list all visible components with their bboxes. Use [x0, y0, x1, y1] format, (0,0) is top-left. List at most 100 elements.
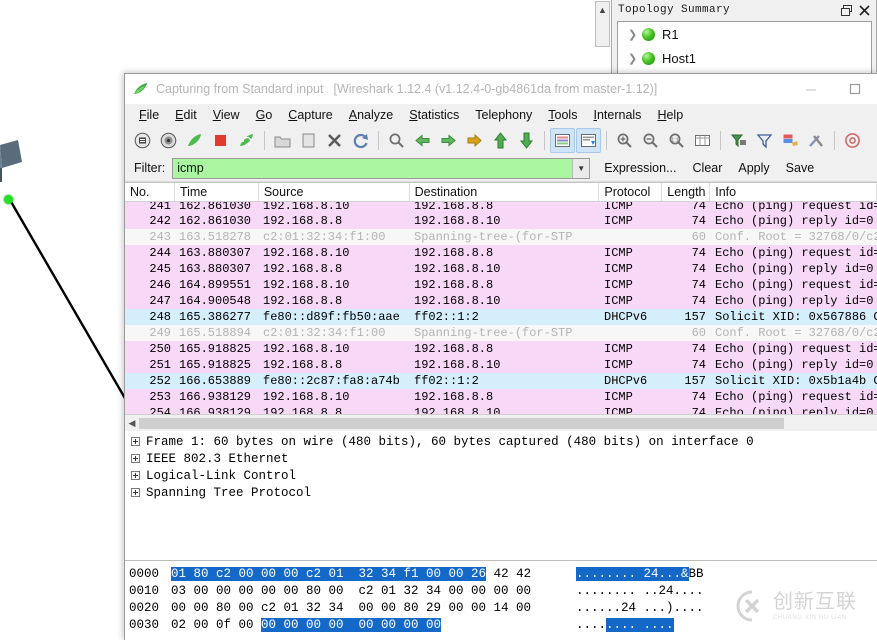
find-packet-icon[interactable] — [384, 128, 409, 153]
hscroll-track[interactable] — [139, 417, 877, 430]
packet-list-hscrollbar[interactable]: ◀ — [125, 414, 877, 431]
chevron-right-icon[interactable]: ❯ — [628, 52, 642, 65]
expand-icon[interactable] — [131, 437, 140, 446]
table-row[interactable]: 244163.880307192.168.8.10192.168.8.8ICMP… — [125, 245, 877, 261]
restart-capture-icon[interactable] — [234, 128, 259, 153]
topology-scroll-up-button[interactable]: ▲ — [595, 1, 610, 47]
menu-telephony[interactable]: Telephony — [467, 106, 540, 124]
zoom-out-icon[interactable] — [638, 128, 663, 153]
table-row[interactable]: 247164.900548192.168.8.8192.168.8.10ICMP… — [125, 293, 877, 309]
restore-icon[interactable] — [838, 2, 854, 18]
menu-tools[interactable]: Tools — [540, 106, 585, 124]
expression-button[interactable]: Expression... — [602, 160, 678, 176]
window-titlebar[interactable]: Capturing from Standard input[Wireshark … — [125, 74, 877, 104]
packet-list-pane[interactable]: No. Time Source Destination Protocol Len… — [125, 182, 877, 414]
table-row[interactable]: 249165.518894c2:01:32:34:f1:00Spanning-t… — [125, 325, 877, 341]
close-file-icon[interactable] — [322, 128, 347, 153]
go-back-icon[interactable] — [410, 128, 435, 153]
packet-bytes-pane[interactable]: 0000 01 80 c2 00 00 00 c2 01 32 34 f1 00… — [125, 560, 877, 640]
reload-icon[interactable] — [348, 128, 373, 153]
table-row[interactable]: 243163.518278c2:01:32:34:f1:00Spanning-t… — [125, 229, 877, 245]
hex-row[interactable]: 0030 02 00 0f 00 00 00 00 00 00 00 00 00… — [129, 616, 877, 633]
go-to-first-icon[interactable] — [488, 128, 513, 153]
hex-ascii[interactable]: ......24 ...).... — [576, 601, 704, 615]
column-header-time[interactable]: Time — [175, 183, 259, 201]
table-row[interactable]: 246164.899551192.168.8.10192.168.8.8ICMP… — [125, 277, 877, 293]
detail-row-stp[interactable]: Spanning Tree Protocol — [125, 484, 877, 501]
hex-row[interactable]: 0000 01 80 c2 00 00 00 c2 01 32 34 f1 00… — [129, 565, 877, 582]
packet-list-rows[interactable]: 241162.861030192.168.8.10192.168.8.8ICMP… — [125, 202, 877, 414]
go-to-last-icon[interactable] — [514, 128, 539, 153]
menu-statistics[interactable]: Statistics — [401, 106, 467, 124]
column-header-protocol[interactable]: Protocol — [599, 183, 662, 201]
help-contents-icon[interactable] — [840, 128, 865, 153]
expand-icon[interactable] — [131, 471, 140, 480]
maximize-icon[interactable] — [833, 74, 877, 104]
topology-summary-tree[interactable]: ❯ R1 ❯ Host1 ❯ Host2 — [617, 21, 872, 77]
hex-bytes[interactable]: 02 00 0f 00 00 00 00 00 00 00 00 00 — [171, 618, 576, 632]
go-forward-icon[interactable] — [436, 128, 461, 153]
hex-ascii[interactable]: ........ ..24.... — [576, 584, 704, 598]
colorize-icon[interactable] — [550, 128, 575, 153]
preferences-icon[interactable] — [804, 128, 829, 153]
clear-button[interactable]: Clear — [691, 160, 725, 176]
capture-options-icon[interactable] — [156, 128, 181, 153]
save-button[interactable]: Save — [784, 160, 817, 176]
column-header-source[interactable]: Source — [259, 183, 410, 201]
table-row[interactable]: 242162.861030192.168.8.8192.168.8.10ICMP… — [125, 213, 877, 229]
open-file-icon[interactable] — [270, 128, 295, 153]
hex-row[interactable]: 0010 03 00 00 00 00 00 80 00 c2 01 32 34… — [129, 582, 877, 599]
table-row[interactable]: 252166.653889fe80::2c87:fa8:a74bff02::1:… — [125, 373, 877, 389]
table-row[interactable]: 250165.918825192.168.8.10192.168.8.8ICMP… — [125, 341, 877, 357]
coloring-rules-icon[interactable] — [778, 128, 803, 153]
hex-ascii[interactable]: ........ 24...&BB — [576, 567, 704, 581]
menu-help[interactable]: Help — [649, 106, 691, 124]
menu-file[interactable]: File — [131, 106, 167, 124]
topology-tree-item-host1[interactable]: ❯ Host1 — [618, 46, 871, 70]
go-to-packet-icon[interactable] — [462, 128, 487, 153]
menu-analyze[interactable]: Analyze — [341, 106, 401, 124]
start-capture-icon[interactable] — [182, 128, 207, 153]
chevron-right-icon[interactable]: ❯ — [628, 28, 642, 41]
detail-row-llc[interactable]: Logical-Link Control — [125, 467, 877, 484]
close-icon[interactable] — [856, 2, 872, 18]
column-header-no[interactable]: No. — [125, 183, 175, 201]
table-row[interactable]: 241162.861030192.168.8.10192.168.8.8ICMP… — [125, 202, 877, 213]
hscroll-thumb[interactable] — [139, 418, 784, 429]
column-header-info[interactable]: Info — [710, 183, 877, 201]
packet-list-header[interactable]: No. Time Source Destination Protocol Len… — [125, 183, 877, 202]
hex-bytes[interactable]: 01 80 c2 00 00 00 c2 01 32 34 f1 00 00 2… — [171, 567, 576, 581]
table-row[interactable]: 253166.938129192.168.8.10192.168.8.8ICMP… — [125, 389, 877, 405]
menu-edit[interactable]: Edit — [167, 106, 205, 124]
auto-scroll-icon[interactable] — [576, 128, 601, 153]
column-header-destination[interactable]: Destination — [410, 183, 600, 201]
zoom-in-icon[interactable] — [612, 128, 637, 153]
table-row[interactable]: 248165.386277fe80::d89f:fb50:aaeff02::1:… — [125, 309, 877, 325]
capture-filters-icon[interactable] — [726, 128, 751, 153]
topology-tree-item-r1[interactable]: ❯ R1 — [618, 22, 871, 46]
chevron-down-icon[interactable]: ▼ — [572, 159, 589, 178]
menu-internals[interactable]: Internals — [585, 106, 649, 124]
table-row[interactable]: 245163.880307192.168.8.8192.168.8.10ICMP… — [125, 261, 877, 277]
menu-view[interactable]: View — [205, 106, 248, 124]
expand-icon[interactable] — [131, 454, 140, 463]
hex-row[interactable]: 0020 00 00 80 00 c2 01 32 34 00 00 80 29… — [129, 599, 877, 616]
chevron-left-icon[interactable]: ◀ — [125, 416, 139, 431]
detail-row-frame[interactable]: Frame 1: 60 bytes on wire (480 bits), 60… — [125, 433, 877, 450]
menu-go[interactable]: Go — [248, 106, 281, 124]
expand-icon[interactable] — [131, 488, 140, 497]
column-header-length[interactable]: Length — [662, 183, 710, 201]
menu-capture[interactable]: Capture — [280, 106, 340, 124]
apply-button[interactable]: Apply — [736, 160, 771, 176]
resize-columns-icon[interactable] — [690, 128, 715, 153]
minimize-icon[interactable] — [789, 74, 833, 104]
detail-row-ethernet[interactable]: IEEE 802.3 Ethernet — [125, 450, 877, 467]
filter-input-wrapper[interactable]: ▼ — [172, 158, 590, 179]
hex-bytes[interactable]: 03 00 00 00 00 00 80 00 c2 01 32 34 00 0… — [171, 584, 576, 598]
display-filters-icon[interactable] — [752, 128, 777, 153]
table-row[interactable]: 251165.918825192.168.8.8192.168.8.10ICMP… — [125, 357, 877, 373]
zoom-reset-icon[interactable]: 1:1 — [664, 128, 689, 153]
table-row[interactable]: 254166.938129192.168.8.8192.168.8.10ICMP… — [125, 405, 877, 414]
packet-detail-pane[interactable]: Frame 1: 60 bytes on wire (480 bits), 60… — [125, 431, 877, 560]
interfaces-icon[interactable] — [130, 128, 155, 153]
